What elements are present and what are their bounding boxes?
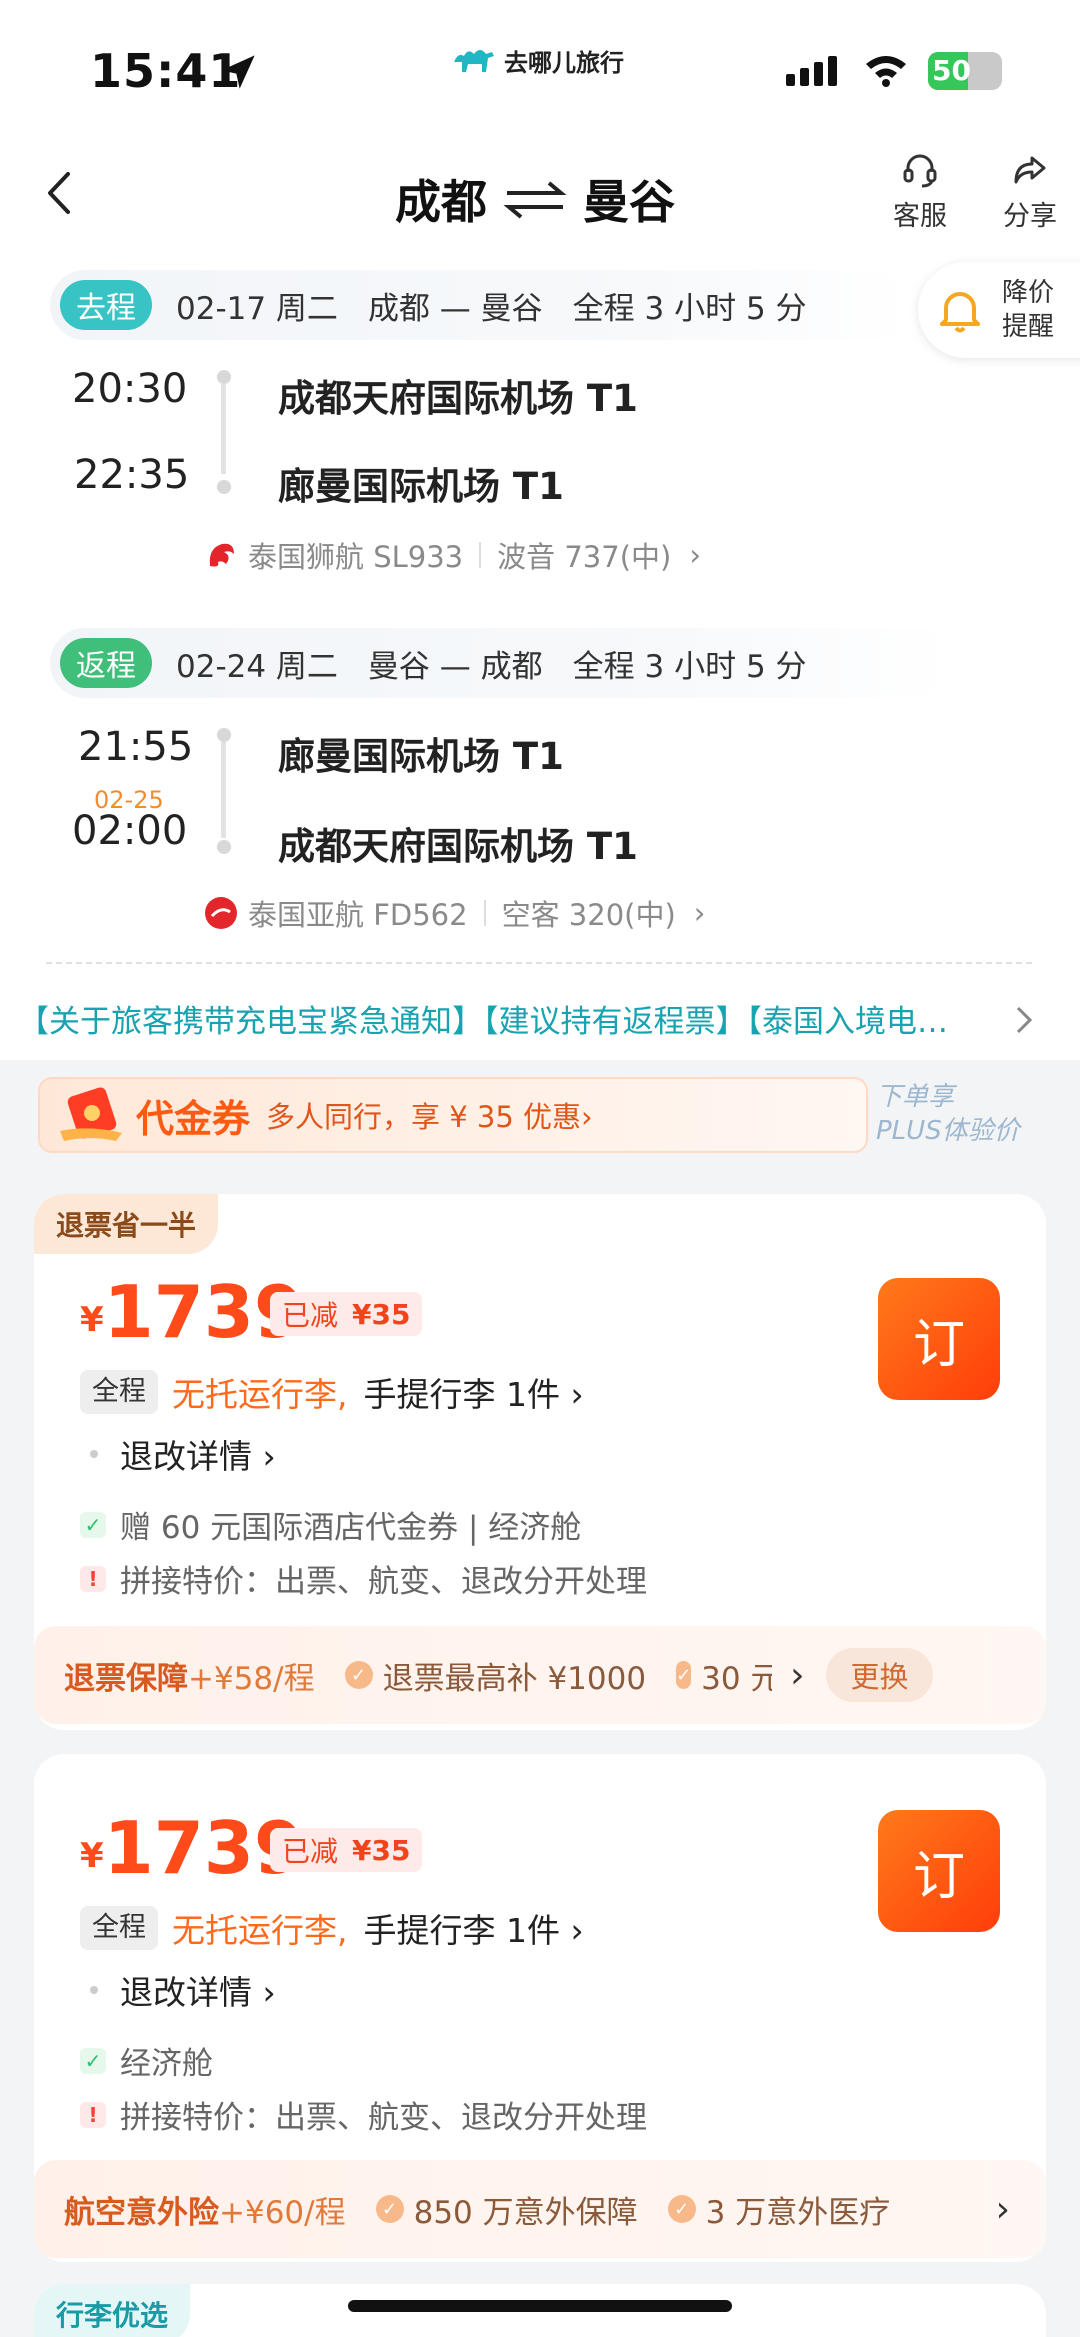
chevron-right-icon: ›	[995, 2188, 1010, 2230]
baggage-info[interactable]: 全程 无托运行李, 手提行李 1件 ›	[80, 1904, 584, 1952]
signal-icon	[786, 56, 837, 86]
check-circle-icon: ✓	[375, 2195, 404, 2223]
voucher-icon	[60, 1087, 122, 1141]
book-button[interactable]: 订	[878, 1278, 1000, 1400]
outbound-departure-airport: 成都天府国际机场 T1	[278, 377, 638, 420]
outbound-tag: 去程	[60, 280, 152, 330]
voucher-banner[interactable]: 代金券 多人同行，享 ¥ 35 优惠›	[38, 1077, 868, 1153]
home-indicator[interactable]	[348, 2300, 732, 2312]
fare-warning: ! 拼接特价：出票、航变、退改分开处理	[80, 1556, 647, 1601]
camel-icon	[454, 50, 494, 72]
origin-city: 成都	[395, 175, 487, 229]
refund-details-link[interactable]: 退改详情 ›	[80, 1430, 276, 1478]
return-departure-time: 21:55	[78, 724, 194, 770]
check-circle-icon: ✓	[676, 1661, 692, 1689]
discount-badge: 已减 ¥35	[270, 1828, 423, 1872]
lion-air-logo-icon	[209, 543, 234, 567]
chevron-right-icon: ›	[693, 896, 706, 930]
check-icon: ✓	[80, 2047, 106, 2074]
fare-card[interactable]: 退票省一半 ¥ 1739 已减 ¥35 订 全程 无托运行李, 手提行李 1件 ›…	[34, 1194, 1046, 1730]
return-arrival-time: 02:00	[72, 808, 188, 854]
fare-feature: ✓ 赠 60 元国际酒店代金券 | 经济舱	[80, 1502, 581, 1547]
baggage-info[interactable]: 全程 无托运行李, 手提行李 1件 ›	[80, 1368, 584, 1416]
back-button[interactable]	[40, 168, 80, 218]
return-arrival-airport: 成都天府国际机场 T1	[278, 825, 638, 868]
timeline-dot	[217, 728, 231, 742]
insurance-bar[interactable]: 航空意外险 +¥60/程 ✓ 850 万意外保障 ✓ 3 万意外医疗 ›	[34, 2160, 1046, 2258]
outbound-arrival-airport: 廊曼国际机场 T1	[278, 465, 564, 508]
timeline-dot	[217, 840, 231, 854]
customer-service-button[interactable]: 客服	[880, 150, 960, 233]
logo-text: 去哪儿旅行	[504, 48, 624, 77]
outbound-airline-info[interactable]: 泰国狮航 SL933 波音 737(中) ›	[204, 534, 701, 576]
chevron-right-icon: ›	[689, 538, 701, 572]
return-route: 曼谷 — 成都	[367, 648, 543, 685]
discount-badge: 已减 ¥35	[270, 1292, 423, 1336]
fare-card[interactable]: ¥ 1739 已减 ¥35 订 全程 无托运行李, 手提行李 1件 › 退改详情 …	[34, 1754, 1046, 2262]
destination-city: 曼谷	[583, 175, 675, 229]
return-departure-airport: 廊曼国际机场 T1	[278, 735, 564, 778]
bell-icon	[940, 292, 980, 333]
warning-icon: !	[80, 2101, 106, 2128]
timeline-line	[221, 384, 226, 474]
timeline-dot	[217, 370, 231, 384]
share-button[interactable]: 分享	[990, 150, 1070, 233]
warning-icon: !	[80, 1565, 106, 1592]
timeline-line	[221, 742, 226, 838]
voucher-desc: 多人同行，享 ¥ 35 优惠›	[266, 1100, 593, 1134]
outbound-route: 成都 — 曼谷	[367, 290, 543, 327]
section-divider	[46, 962, 1032, 964]
voucher-title: 代金券	[136, 1096, 251, 1141]
outbound-departure-time: 20:30	[72, 366, 188, 412]
app-logo: 去哪儿旅行	[452, 40, 624, 80]
share-icon	[1014, 156, 1046, 184]
check-circle-icon: ✓	[667, 2195, 696, 2223]
notice-link[interactable]: 【关于旅客携带充电宝紧急通知】【建议持有返程票】【泰国入境电…	[18, 996, 1028, 1041]
change-insurance-button[interactable]: 更换	[826, 1648, 933, 1702]
airasia-logo-icon	[205, 897, 237, 929]
return-date: 02-24 周二	[176, 648, 338, 685]
timeline-dot	[217, 480, 231, 494]
refund-details-link[interactable]: 退改详情 ›	[80, 1966, 276, 2014]
fare-tag: 行李优选	[34, 2284, 191, 2337]
outbound-duration: 全程 3 小时 5 分	[572, 290, 807, 327]
return-duration: 全程 3 小时 5 分	[572, 648, 807, 685]
outbound-arrival-time: 22:35	[74, 452, 190, 498]
return-tag: 返程	[60, 638, 152, 688]
book-button[interactable]: 订	[878, 1810, 1000, 1932]
chevron-right-icon	[1016, 1006, 1033, 1034]
check-circle-icon: ✓	[344, 1661, 373, 1689]
swap-arrows-icon	[503, 181, 567, 219]
return-airline-info[interactable]: 泰国亚航 FD562 空客 320(中) ›	[204, 892, 705, 934]
check-icon: ✓	[80, 1511, 106, 1538]
fare-tag: 退票省一半	[34, 1194, 219, 1254]
outbound-segment-bar: 去程 02-17 周二 成都 — 曼谷 全程 3 小时 5 分	[50, 270, 910, 340]
headset-icon	[903, 154, 937, 188]
chevron-right-icon: ›	[790, 1654, 805, 1696]
price-alert-button[interactable]: 降价 提醒	[918, 262, 1080, 358]
location-arrow-icon	[221, 55, 255, 89]
return-segment-bar: 返程 02-24 周二 曼谷 — 成都 全程 3 小时 5 分	[50, 628, 950, 698]
wifi-icon	[866, 56, 906, 87]
outbound-date: 02-17 周二	[176, 290, 338, 327]
insurance-bar[interactable]: 退票保障 +¥58/程 ✓ 退票最高补 ¥1000 ✓ 30 元 › 更换	[34, 1626, 1046, 1724]
battery-icon: 50	[928, 52, 1002, 90]
page-title: 成都 曼谷	[395, 166, 675, 232]
plus-price-promo[interactable]: 下单享 PLUS体验价	[876, 1080, 1020, 1148]
fare-feature: ✓ 经济舱	[80, 2038, 213, 2083]
fare-warning: ! 拼接特价：出票、航变、退改分开处理	[80, 2092, 647, 2137]
